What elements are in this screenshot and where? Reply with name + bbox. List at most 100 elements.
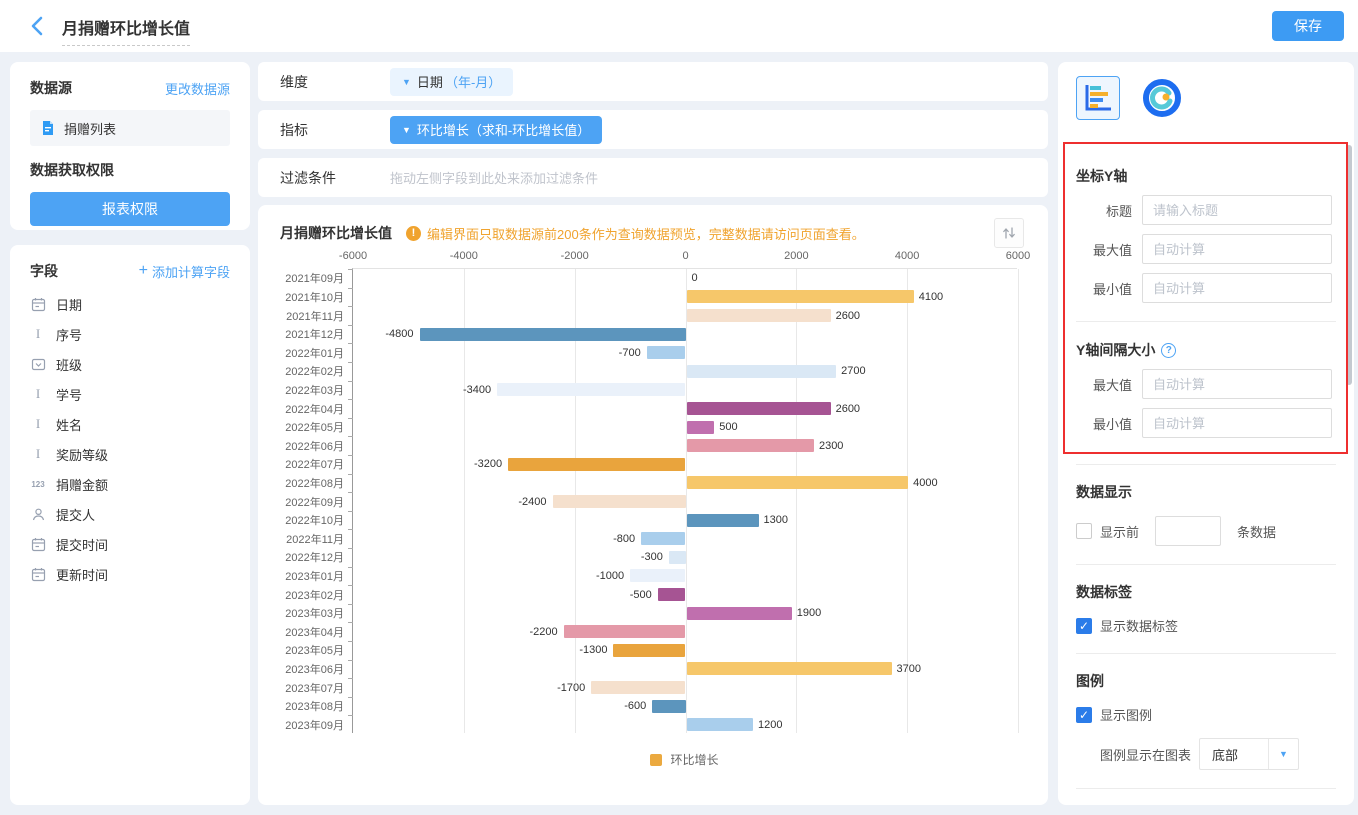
- x-axis-tick-label: -6000: [339, 250, 367, 262]
- field-item[interactable]: I奖励等级: [30, 439, 230, 469]
- value-label: 2300: [819, 440, 843, 452]
- select-icon: [30, 356, 46, 372]
- report-permission-button[interactable]: 报表权限: [30, 192, 230, 226]
- dimension-tag[interactable]: ▼ 日期 （年-月）: [390, 68, 513, 96]
- bar[interactable]: [687, 309, 831, 322]
- bar[interactable]: [687, 662, 892, 675]
- bar[interactable]: [687, 718, 754, 731]
- save-button[interactable]: 保存: [1272, 11, 1344, 41]
- bar[interactable]: [687, 402, 831, 415]
- x-axis-tick-label: 6000: [1006, 250, 1030, 262]
- y-axis-max-input[interactable]: [1142, 234, 1332, 264]
- datasource-panel: 数据源 更改数据源 捐赠列表 数据获取权限 报表权限: [10, 62, 250, 230]
- datasource-item[interactable]: 捐赠列表: [30, 110, 230, 146]
- bar[interactable]: [553, 495, 686, 508]
- chart-title: 月捐赠环比增长值: [280, 223, 392, 243]
- field-label: 提交人: [56, 505, 95, 524]
- y-axis-tick: [348, 325, 353, 326]
- y-interval-min-input[interactable]: [1142, 408, 1332, 438]
- y-interval-max-input[interactable]: [1142, 369, 1332, 399]
- field-label: 班级: [56, 355, 82, 374]
- field-item[interactable]: 提交时间: [30, 529, 230, 559]
- category-label: 2022年01月: [285, 345, 344, 361]
- field-item[interactable]: 日期: [30, 289, 230, 319]
- bar[interactable]: [687, 607, 792, 620]
- value-label: 2600: [836, 403, 860, 415]
- bar[interactable]: [630, 569, 685, 582]
- help-icon[interactable]: ?: [1161, 343, 1176, 358]
- field-label: 姓名: [56, 415, 82, 434]
- bar[interactable]: [658, 588, 686, 601]
- field-item[interactable]: I姓名: [30, 409, 230, 439]
- field-label: 日期: [56, 295, 82, 314]
- back-icon[interactable]: [26, 14, 50, 38]
- filter-row[interactable]: 过滤条件 拖动左侧字段到此处来添加过滤条件: [258, 158, 1048, 197]
- bar[interactable]: [564, 625, 686, 638]
- scrollbar-thumb[interactable]: [1346, 145, 1352, 385]
- bar[interactable]: [687, 439, 814, 452]
- value-label: 1900: [797, 607, 821, 619]
- category-label: 2023年09月: [285, 717, 344, 733]
- show-top-label: 显示前: [1100, 522, 1139, 541]
- y-axis-tick: [348, 381, 353, 382]
- category-label: 2022年06月: [285, 438, 344, 454]
- preview-notice: ! 编辑界面只取数据源前200条作为查询数据预览，完整数据请访问页面查看。: [406, 224, 865, 243]
- bar[interactable]: [687, 421, 715, 434]
- legend-position-select[interactable]: 底部 ▼: [1199, 738, 1299, 770]
- bar[interactable]: [687, 476, 909, 489]
- bar[interactable]: [652, 700, 685, 713]
- field-item[interactable]: 更新时间: [30, 559, 230, 589]
- add-calc-field-link[interactable]: + 添加计算字段: [139, 262, 230, 281]
- y-axis-tick: [348, 269, 353, 270]
- field-item[interactable]: 班级: [30, 349, 230, 379]
- field-label: 提交时间: [56, 535, 108, 554]
- field-item[interactable]: I序号: [30, 319, 230, 349]
- category-label: 2021年10月: [285, 289, 344, 305]
- sort-toggle-button[interactable]: [994, 218, 1024, 248]
- field-item[interactable]: 提交人: [30, 499, 230, 529]
- bar[interactable]: [591, 681, 685, 694]
- top-count-input[interactable]: [1155, 516, 1221, 546]
- field-label: 更新时间: [56, 565, 108, 584]
- chart-type-bar-horizontal-icon[interactable]: [1076, 76, 1120, 120]
- y-interval-min-label: 最小值: [1076, 414, 1132, 433]
- y-axis-tick: [348, 604, 353, 605]
- show-top-checkbox[interactable]: [1076, 523, 1092, 539]
- y-axis-tick: [348, 678, 353, 679]
- y-axis-title-label: 标题: [1076, 201, 1132, 220]
- field-item[interactable]: 123捐赠金额: [30, 469, 230, 499]
- y-interval-title-text: Y轴间隔大小: [1076, 340, 1155, 360]
- value-label: 4000: [913, 477, 937, 489]
- chart-type-donut-icon[interactable]: [1140, 76, 1184, 120]
- bar[interactable]: [508, 458, 685, 471]
- show-legend-checkbox[interactable]: ✓: [1076, 707, 1092, 723]
- bar[interactable]: [669, 551, 686, 564]
- x-axis-tick-label: 0: [682, 250, 688, 262]
- field-item[interactable]: I学号: [30, 379, 230, 409]
- change-datasource-link[interactable]: 更改数据源: [165, 79, 230, 98]
- y-axis-tick: [348, 436, 353, 437]
- bar[interactable]: [647, 346, 686, 359]
- show-data-label-checkbox[interactable]: ✓: [1076, 618, 1092, 634]
- category-label: 2023年02月: [285, 587, 344, 603]
- bar[interactable]: [613, 644, 685, 657]
- bar[interactable]: [687, 365, 837, 378]
- y-axis-min-input[interactable]: [1142, 273, 1332, 303]
- value-label: -800: [613, 533, 635, 545]
- bar[interactable]: [420, 328, 686, 341]
- metric-row: 指标 ▼ 环比增长（求和-环比增长值）: [258, 110, 1048, 149]
- chart-legend[interactable]: 环比增长: [352, 751, 1017, 768]
- bar[interactable]: [687, 290, 914, 303]
- y-axis-tick: [348, 715, 353, 716]
- value-label: -600: [624, 700, 646, 712]
- y-axis-title-input[interactable]: [1142, 195, 1332, 225]
- y-axis-tick: [348, 399, 353, 400]
- y-axis-max-label: 最大值: [1076, 240, 1132, 259]
- bar[interactable]: [687, 514, 759, 527]
- value-label: 500: [719, 421, 737, 433]
- bar[interactable]: [497, 383, 685, 396]
- bar[interactable]: [641, 532, 685, 545]
- value-label: -700: [619, 347, 641, 359]
- metric-tag[interactable]: ▼ 环比增长（求和-环比增长值）: [390, 116, 602, 144]
- divider: [1076, 653, 1336, 654]
